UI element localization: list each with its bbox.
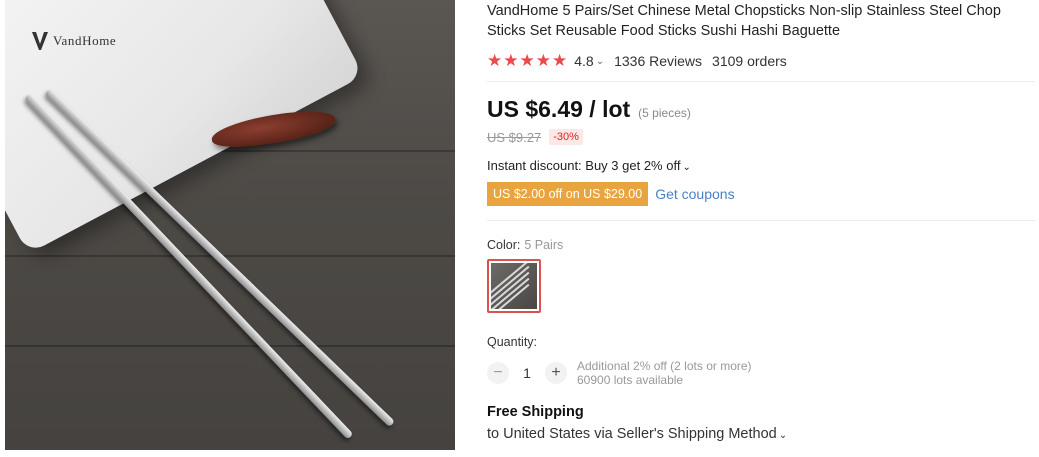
brand-logo-icon	[32, 32, 48, 50]
quantity-input[interactable]: 1	[509, 365, 545, 381]
color-row: Color: 5 Pairs	[487, 238, 1035, 252]
reviews-link[interactable]: 1336 Reviews	[614, 53, 702, 69]
original-price-row: US $9.27 -30%	[487, 129, 1035, 145]
rating-value[interactable]: 4.8	[574, 53, 593, 69]
original-price: US $9.27	[487, 129, 542, 145]
shipping-title: Free Shipping	[487, 404, 584, 420]
brand-logo: VandHome	[31, 30, 116, 52]
coupon-row: US $2.00 off on US $29.00 Get coupons	[487, 182, 1035, 206]
orders-count: 3109 orders	[712, 53, 787, 69]
stock-available: 60900 lots available	[577, 373, 684, 387]
price-row: US $6.49 / lot (5 pieces)	[487, 96, 1035, 123]
wood-grain	[5, 345, 455, 347]
brand-logo-text: VandHome	[53, 33, 117, 48]
increase-quantity-button[interactable]: +	[545, 362, 567, 384]
rating-stars: ★ ★ ★ ★ ★	[487, 51, 568, 71]
swatch-thumbnail	[491, 263, 537, 309]
quantity-note: Additional 2% off (2 lots or more) 60900…	[577, 359, 752, 387]
discount-badge: -30%	[549, 129, 583, 145]
instant-discount-text: Instant discount: Buy 3 get 2% off	[487, 158, 681, 173]
product-info: VandHome 5 Pairs/Set Chinese Metal Chops…	[487, 0, 1035, 442]
star-icon: ★	[552, 51, 569, 70]
instant-discount[interactable]: Instant discount: Buy 3 get 2% off ⌄	[487, 158, 1035, 173]
product-title: VandHome 5 Pairs/Set Chinese Metal Chops…	[487, 3, 1001, 39]
color-value: 5 Pairs	[524, 238, 564, 252]
star-icon: ★	[519, 51, 536, 70]
chevron-down-icon: ⌄	[682, 162, 691, 173]
pieces-count: (5 pieces)	[638, 106, 691, 120]
chevron-down-icon: ⌄	[778, 430, 788, 441]
coupon-badge[interactable]: US $2.00 off on US $29.00	[487, 182, 649, 206]
star-icon: ★	[503, 51, 520, 70]
quantity-row: − 1 + Additional 2% off (2 lots or more)…	[487, 359, 1035, 387]
shipping-method[interactable]: to United States via Seller's Shipping M…	[487, 426, 1035, 442]
product-image[interactable]: VandHome	[5, 0, 455, 450]
get-coupons-link[interactable]: Get coupons	[655, 186, 734, 202]
color-swatch-5-pairs[interactable]	[487, 259, 541, 313]
divider	[487, 81, 1035, 82]
quantity-label: Quantity:	[487, 335, 538, 349]
decrease-quantity-button[interactable]: −	[487, 362, 509, 384]
divider	[487, 220, 1035, 221]
shipping-method-text: to United States via Seller's Shipping M…	[487, 426, 777, 442]
color-label: Color:	[487, 238, 521, 252]
current-price: US $6.49 / lot	[487, 96, 631, 122]
bulk-discount-note: Additional 2% off (2 lots or more)	[577, 359, 752, 373]
chevron-down-icon[interactable]: ⌄	[596, 56, 604, 67]
star-icon: ★	[487, 51, 504, 70]
rating-row: ★ ★ ★ ★ ★ 4.8 ⌄ 1336 Reviews 3109 orders	[487, 51, 1035, 71]
wood-grain	[5, 255, 455, 257]
star-icon: ★	[535, 51, 552, 70]
